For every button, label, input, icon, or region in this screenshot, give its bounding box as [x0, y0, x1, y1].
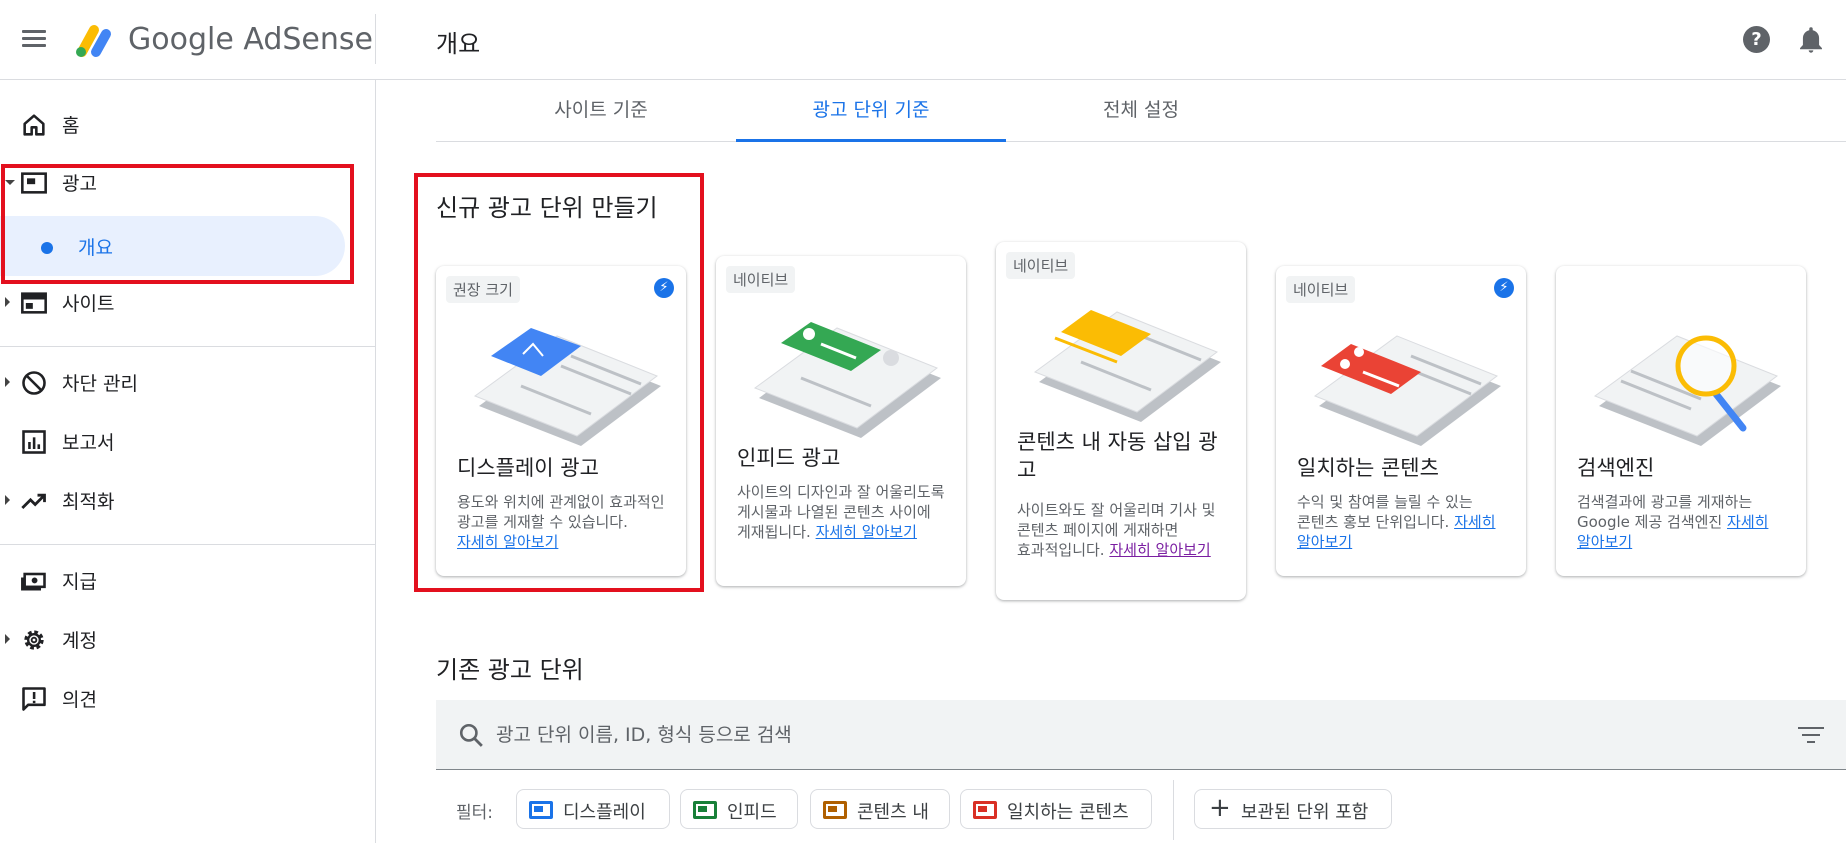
- help-icon[interactable]: ?: [1743, 26, 1770, 53]
- sites-icon: [21, 292, 47, 314]
- card-description-text: 검색결과에 광고를 게재하는 Google 제공 검색엔진: [1577, 493, 1753, 531]
- filter-list-icon[interactable]: [1798, 727, 1824, 745]
- display-ad-icon: [529, 801, 553, 819]
- caret-right-icon: [5, 495, 10, 505]
- card-description-text: 수익 및 참여를 늘릴 수 있는 콘텐츠 홍보 단위입니다.: [1297, 493, 1473, 531]
- chip-divider: [1173, 780, 1174, 840]
- filter-chip-matched-content[interactable]: 일치하는 콘텐츠: [960, 789, 1152, 829]
- sidebar-item-account[interactable]: 계정: [0, 613, 370, 665]
- tab-by-site[interactable]: 사이트 기준: [466, 80, 736, 142]
- menu-icon[interactable]: [20, 26, 48, 54]
- filter-chip-in-feed[interactable]: 인피드: [680, 789, 798, 829]
- filter-chip-display[interactable]: 디스플레이: [516, 789, 670, 829]
- card-description: 사이트의 디자인과 잘 어울리도록 게시물과 나열된 콘텐츠 사이에 게재됩니다…: [737, 482, 949, 542]
- matched-content-illustration: [1313, 335, 1501, 446]
- tab-by-ad-unit[interactable]: 광고 단위 기준: [736, 80, 1006, 142]
- sidebar-item-feedback[interactable]: 의견: [0, 672, 370, 724]
- search-icon: [459, 723, 483, 747]
- sidebar-item-label: 보고서: [62, 432, 115, 454]
- highlight-annotation-box: [1, 164, 354, 284]
- in-article-ad-icon: [823, 801, 847, 819]
- native-badge: 네이티브: [1286, 276, 1356, 303]
- top-bar: Google AdSense 개요 ?: [0, 0, 1846, 80]
- page-title: 개요: [436, 30, 481, 58]
- card-description: 수익 및 참여를 늘릴 수 있는 콘텐츠 홍보 단위입니다. 자세히 알아보기: [1297, 492, 1509, 552]
- sidebar-item-reports[interactable]: 보고서: [0, 415, 370, 467]
- sidebar-item-blocking-controls[interactable]: 차단 관리: [0, 356, 370, 408]
- sidebar-item-home[interactable]: 홈: [0, 98, 370, 150]
- filter-label: 필터:: [456, 803, 494, 823]
- native-badge: 네이티브: [726, 266, 796, 293]
- sidebar-item-label: 사이트: [62, 293, 115, 315]
- lightning-bolt-icon: ⚡: [1494, 278, 1514, 298]
- search-input[interactable]: [496, 700, 1696, 770]
- header-divider: [375, 14, 376, 64]
- trending-up-icon: [21, 493, 46, 509]
- ad-type-card-display[interactable]: 권장 크기 ⚡ 디스플레이 광고 용도와 위치에 관계없이 효과적인 광고를 게…: [436, 266, 686, 576]
- search-engine-illustration: [1593, 335, 1781, 446]
- caret-right-icon: [5, 297, 10, 307]
- chip-label: 일치하는 콘텐츠: [1007, 802, 1129, 823]
- recommended-size-badge: 권장 크기: [446, 276, 520, 303]
- card-description-text: 용도와 위치에 관계없이 효과적인 광고를 게재할 수 있습니다.: [457, 493, 665, 531]
- tab-bar: 사이트 기준 광고 단위 기준 전체 설정: [436, 80, 1846, 142]
- bar-chart-icon: [22, 430, 46, 454]
- learn-more-link[interactable]: 자세히 알아보기: [457, 533, 558, 551]
- brand-name[interactable]: Google AdSense: [128, 22, 373, 57]
- filter-chip-in-article[interactable]: 콘텐츠 내: [810, 789, 950, 829]
- section-title-existing: 기존 광고 단위: [436, 656, 584, 684]
- card-description: 용도와 위치에 관계없이 효과적인 광고를 게재할 수 있습니다. 자세히 알아…: [457, 492, 669, 552]
- sidebar-divider: [0, 544, 375, 545]
- sidebar-item-label: 의견: [62, 689, 97, 711]
- caret-right-icon: [5, 377, 10, 387]
- ad-type-card-in-article[interactable]: 네이티브 콘텐츠 내 자동 삽입 광고 사이트와도 잘 어울리며 기사 및 콘텐…: [996, 242, 1246, 600]
- sidebar-item-payments[interactable]: 지급: [0, 554, 370, 606]
- display-ad-illustration: [473, 328, 661, 446]
- ad-type-card-matched-content[interactable]: 네이티브 ⚡ 일치하는 콘텐츠 수익 및 참여를 늘릴 수 있는 콘텐츠 홍보 …: [1276, 266, 1526, 576]
- tab-global-settings[interactable]: 전체 설정: [1006, 80, 1276, 142]
- in-feed-ad-icon: [693, 801, 717, 819]
- caret-right-icon: [5, 634, 10, 644]
- in-article-ad-illustration: [1033, 310, 1221, 422]
- chip-label: 인피드: [727, 802, 777, 823]
- card-title: 콘텐츠 내 자동 삽입 광고: [1017, 430, 1218, 482]
- sidebar-item-label: 계정: [62, 630, 97, 652]
- card-title: 디스플레이 광고: [457, 456, 599, 480]
- home-icon: [23, 114, 45, 136]
- learn-more-link[interactable]: 자세히 알아보기: [816, 523, 917, 541]
- gear-icon: [24, 630, 44, 650]
- chip-label: 보관된 단위 포함: [1241, 802, 1369, 823]
- chip-label: 콘텐츠 내: [857, 802, 929, 823]
- card-description: 검색결과에 광고를 게재하는 Google 제공 검색엔진 자세히 알아보기: [1577, 492, 1789, 552]
- sidebar-item-optimization[interactable]: 최적화: [0, 474, 370, 526]
- card-title: 일치하는 콘텐츠: [1297, 456, 1439, 480]
- ad-type-card-search-engine[interactable]: 검색엔진 검색결과에 광고를 게재하는 Google 제공 검색엔진 자세히 알…: [1556, 266, 1806, 576]
- include-archived-chip[interactable]: + 보관된 단위 포함: [1194, 789, 1392, 829]
- in-feed-ad-illustration: [753, 322, 941, 438]
- learn-more-link[interactable]: 자세히 알아보기: [1109, 541, 1210, 559]
- ad-unit-search-bar: [436, 700, 1846, 770]
- sidebar-item-label: 홈: [62, 115, 80, 137]
- adsense-logo-icon: [76, 25, 111, 57]
- sidebar-item-label: 지급: [62, 571, 97, 593]
- card-description: 사이트와도 잘 어울리며 기사 및 콘텐츠 페이지에 게재하면 효과적입니다. …: [1017, 500, 1229, 560]
- card-title: 인피드 광고: [737, 446, 841, 470]
- lightning-bolt-icon: ⚡: [654, 278, 674, 298]
- block-icon: [22, 371, 46, 395]
- plus-icon: +: [1209, 793, 1231, 823]
- payments-icon: [21, 572, 46, 591]
- feedback-icon: [22, 687, 46, 711]
- sidebar-item-label: 최적화: [62, 491, 115, 513]
- notifications-bell-icon[interactable]: [1797, 25, 1825, 55]
- chip-label: 디스플레이: [563, 802, 646, 823]
- ad-type-card-in-feed[interactable]: 네이티브 인피드 광고 사이트의 디자인과 잘 어울리도록 게시물과 나열된 콘…: [716, 256, 966, 586]
- sidebar-item-label: 차단 관리: [62, 373, 138, 395]
- matched-content-icon: [973, 801, 997, 819]
- sidebar-divider: [0, 346, 375, 347]
- card-title: 검색엔진: [1577, 456, 1655, 480]
- native-badge: 네이티브: [1006, 252, 1076, 279]
